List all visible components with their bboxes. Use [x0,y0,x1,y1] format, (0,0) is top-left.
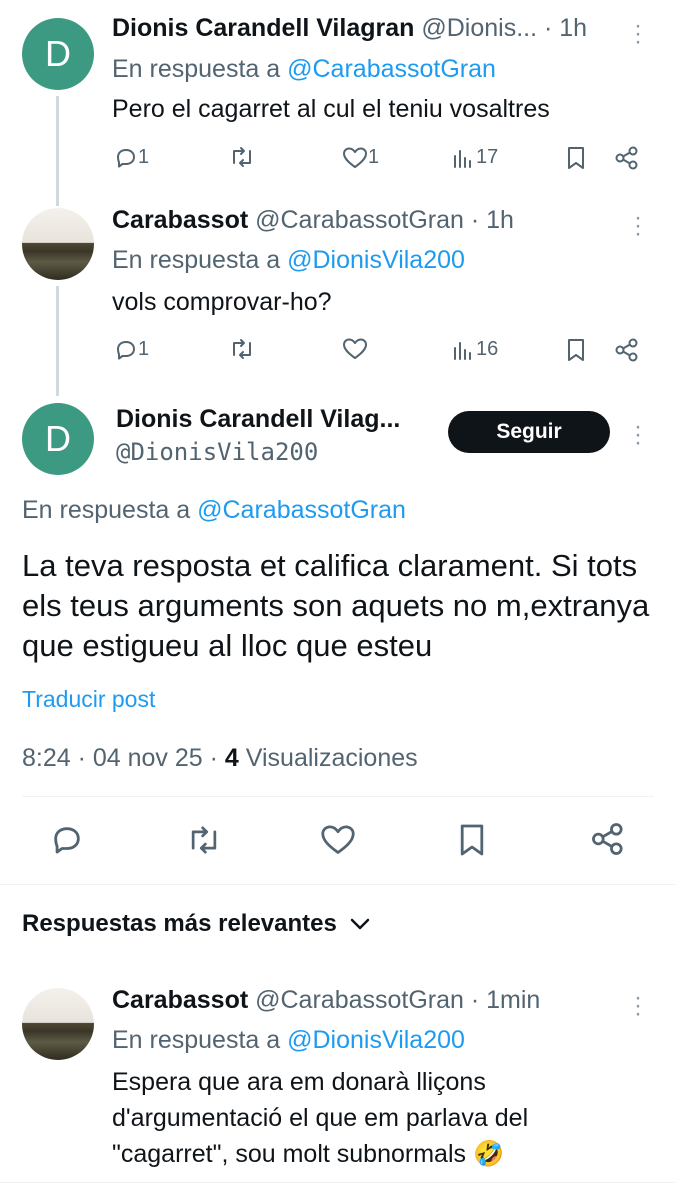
tweet-text: vols comprovar-ho? [112,288,332,316]
avatar[interactable]: D [22,18,94,90]
tweet-header: Carabassot @CarabassotGran · 1h [112,206,612,235]
chevron-down-icon [350,918,370,930]
repost-button[interactable] [228,146,256,168]
handle-time[interactable]: @Dionis... · 1h [421,14,587,42]
replies-sort-label: Respuestas más relevantes [22,910,337,937]
tweet-text: Espera que ara em donarà lliçons d'argum… [112,1068,529,1168]
bookmark-button[interactable] [458,822,486,858]
heart-icon [321,825,355,854]
share-button[interactable] [590,822,626,856]
bookmark-icon [568,339,584,361]
tweet-header: Dionis Carandell Vilagran @Dionis... · 1… [112,14,612,43]
share-icon [615,338,638,362]
divider [0,884,675,885]
bookmark-icon [568,147,584,169]
bookmark-button[interactable] [566,146,586,170]
reply-icon [54,827,80,854]
repost-icon [233,339,251,359]
views-label: Visualizaciones [238,744,418,772]
author-name[interactable]: Dionis Carandell Vilagran [112,14,414,42]
views-count: 17 [476,146,499,168]
reply-count: 1 [138,338,150,360]
views-count: 4 [224,744,239,772]
tweet-text: Pero el cagarret al cul el teniu vosaltr… [112,95,550,123]
author-name[interactable]: Carabassot [112,986,248,1014]
views-button[interactable]: 17 [452,146,498,169]
author-name[interactable]: Dionis Carandell Vilag... [116,405,400,434]
views-icon [454,341,471,360]
bookmark-icon [460,824,484,856]
share-icon [615,146,638,170]
share-button[interactable] [614,338,640,362]
bookmark-button[interactable] [566,338,586,362]
like-count: 1 [368,146,380,168]
author-handle[interactable]: @DionisVila200 [116,438,318,466]
more-options-icon[interactable]: · · · [631,986,645,1026]
handle-time[interactable]: @CarabassotGran · 1min [255,986,540,1014]
reply-to-link[interactable]: @CarabassotGran [197,496,406,524]
views-button[interactable]: 16 [452,338,498,361]
more-options-icon[interactable]: · · · [631,14,645,54]
reply-context: En respuesta a @CarabassotGran [22,496,406,525]
replies-sort-dropdown[interactable]: Respuestas más relevantes [22,910,371,938]
reply-to-link[interactable]: @DionisVila200 [287,1026,465,1054]
translate-link[interactable]: Traducir post [22,686,155,713]
post-meta: 8:24 · 04 nov 25 · 4 Visualizaciones [22,744,418,773]
divider [22,796,654,797]
follow-button[interactable]: Seguir [448,411,610,453]
reply-icon [117,340,135,359]
avatar-letter: D [45,418,71,459]
reply-to-link[interactable]: @CarabassotGran [287,55,496,83]
reply-button[interactable] [50,824,84,856]
handle-time[interactable]: @CarabassotGran · 1h [255,206,514,234]
thread-line [56,96,59,206]
reply-button[interactable]: 1 [114,146,149,169]
reply-button[interactable]: 1 [114,338,149,361]
avatar[interactable] [22,208,94,280]
views-icon [454,149,471,168]
heart-icon [343,147,367,168]
repost-icon [191,826,217,854]
thread-line [56,286,59,396]
repost-icon [233,147,251,167]
tweet-header: Carabassot @CarabassotGran · 1min [112,986,612,1015]
avatar[interactable] [22,988,94,1060]
more-options-icon[interactable]: · · · [631,206,645,246]
timestamp[interactable]: 8:24 · 04 nov 25 · [22,744,225,772]
like-button[interactable] [320,824,356,856]
post-text: La teva resposta et califica clarament. … [22,548,650,663]
reply-count: 1 [138,146,150,168]
views-count: 16 [476,338,499,360]
divider [0,1182,675,1183]
reply-icon [117,148,135,167]
reply-to-link[interactable]: @DionisVila200 [287,246,465,274]
reply-prefix: En respuesta a [22,496,191,524]
share-button[interactable] [614,146,640,170]
avatar[interactable]: D [22,403,94,475]
reply-prefix: En respuesta a [112,55,281,83]
avatar-letter: D [45,33,71,74]
heart-icon [343,338,367,359]
reply-prefix: En respuesta a [112,246,281,274]
repost-button[interactable] [228,338,256,360]
reply-context: En respuesta a @CarabassotGran [112,55,496,84]
share-icon [592,823,623,855]
like-button[interactable]: 1 [342,146,379,169]
reply-prefix: En respuesta a [112,1026,281,1054]
author-name[interactable]: Carabassot [112,206,248,234]
reply-context: En respuesta a @DionisVila200 [112,1026,465,1055]
reply-context: En respuesta a @DionisVila200 [112,246,465,275]
like-button[interactable] [342,338,368,360]
more-options-icon[interactable]: · · · [631,415,645,455]
repost-button[interactable] [185,824,223,856]
